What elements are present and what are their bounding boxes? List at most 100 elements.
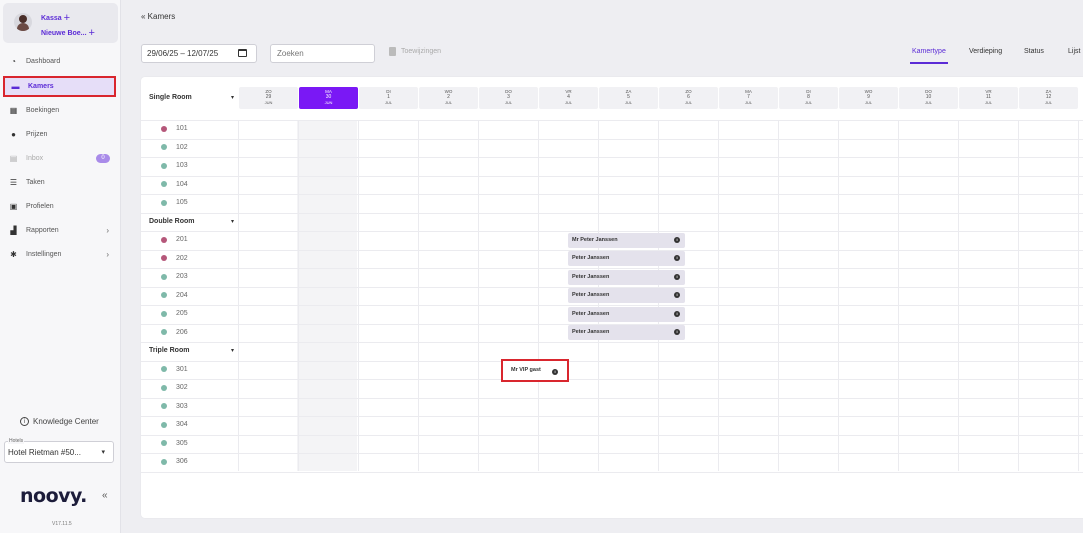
info-icon[interactable]: i bbox=[674, 236, 680, 243]
avatar bbox=[14, 13, 32, 31]
category-label[interactable]: Single Room bbox=[149, 94, 192, 101]
date-column-header[interactable]: DI 1 JUL bbox=[359, 87, 418, 109]
chevron-down-icon[interactable]: ▾ bbox=[231, 218, 234, 225]
date-column-header[interactable]: ZA 12 JUL bbox=[1019, 87, 1078, 109]
room-label[interactable]: 205 bbox=[161, 310, 188, 317]
room-label[interactable]: 202 bbox=[161, 255, 188, 262]
room-label[interactable]: 304 bbox=[161, 421, 188, 428]
tab-lijst[interactable]: Lijst bbox=[1068, 48, 1080, 55]
sidebar-item-instellingen[interactable]: ✱ Instellingen › bbox=[0, 245, 118, 263]
dashboard-icon: ◔ bbox=[11, 56, 16, 66]
info-icon[interactable]: i bbox=[674, 292, 680, 298]
sidebar-item-profielen[interactable]: ▣ Profielen bbox=[0, 197, 118, 215]
room-label[interactable]: 105 bbox=[161, 199, 188, 206]
date-column-header[interactable]: ZO 6 JUL bbox=[659, 87, 718, 109]
tab-status[interactable]: Status bbox=[1024, 48, 1044, 55]
booking-bar[interactable]: Mr VIP gast i bbox=[501, 358, 569, 382]
room-label[interactable]: 301 bbox=[161, 366, 188, 373]
sidebar-item-kamers[interactable]: ▬ Kamers bbox=[3, 76, 116, 97]
room-label[interactable]: 206 bbox=[161, 329, 188, 336]
room-row: 302 bbox=[141, 379, 1083, 397]
booking-bar[interactable]: Peter Janssen i bbox=[568, 269, 685, 285]
room-row: 305 bbox=[141, 435, 1083, 453]
user-line-1[interactable]: Kassa + bbox=[41, 12, 70, 24]
booking-bar[interactable]: Peter Janssen i bbox=[568, 325, 685, 340]
room-label[interactable]: 104 bbox=[161, 181, 188, 188]
date-column-header[interactable]: MA 7 JUL bbox=[719, 87, 778, 109]
user-card[interactable]: Kassa + Nieuwe Boe... + bbox=[3, 3, 118, 43]
calendar-icon: ▦ bbox=[9, 105, 18, 115]
room-label[interactable]: 303 bbox=[161, 403, 188, 410]
date-column-header[interactable]: WO 2 JUL bbox=[419, 87, 478, 109]
room-status-dot bbox=[161, 125, 167, 132]
date-dm: JUL bbox=[384, 100, 393, 105]
breadcrumb[interactable]: « Kamers bbox=[141, 12, 175, 21]
calendar-icon[interactable] bbox=[238, 49, 247, 57]
plus-icon[interactable]: + bbox=[89, 27, 95, 39]
room-label[interactable]: 306 bbox=[161, 458, 188, 465]
room-number: 202 bbox=[176, 254, 188, 262]
sidebar-item-boekingen[interactable]: ▦ Boekingen bbox=[0, 101, 118, 119]
tab-kamertype[interactable]: Kamertype bbox=[910, 48, 948, 64]
room-label[interactable]: 302 bbox=[161, 384, 188, 391]
sidebar-item-inbox[interactable]: ▤ Inbox 0 bbox=[0, 149, 118, 167]
plus-icon[interactable]: + bbox=[64, 12, 70, 24]
date-column-header[interactable]: DO 3 JUL bbox=[479, 87, 538, 109]
room-status-dot bbox=[161, 162, 167, 169]
search-input[interactable] bbox=[270, 44, 375, 63]
date-range-picker[interactable]: 29/06/25 – 12/07/25 bbox=[141, 44, 257, 63]
booking-bar[interactable]: Peter Janssen i bbox=[568, 306, 685, 322]
info-icon[interactable]: i bbox=[552, 368, 558, 375]
chevron-down-icon[interactable]: ▾ bbox=[231, 347, 234, 354]
knowledge-center-link[interactable]: i Knowledge Center bbox=[20, 417, 99, 426]
date-dm: JUL bbox=[1044, 100, 1053, 105]
date-column-header[interactable]: ZO 29 JUN bbox=[239, 87, 298, 109]
date-column-header[interactable]: DO 10 JUL bbox=[899, 87, 958, 109]
booking-bar[interactable]: Mr Peter Janssen i bbox=[568, 232, 685, 248]
tab-verdieping[interactable]: Verdieping bbox=[969, 48, 1002, 55]
user-name: Kassa bbox=[41, 15, 62, 22]
date-column-header[interactable]: WO 9 JUL bbox=[839, 87, 898, 109]
date-dm: JUL bbox=[864, 100, 873, 105]
date-column-header[interactable]: VR 4 JUL bbox=[539, 87, 598, 109]
room-label[interactable]: 305 bbox=[161, 440, 188, 447]
room-number: 102 bbox=[176, 143, 188, 151]
room-number: 203 bbox=[176, 273, 188, 280]
room-status-dot bbox=[161, 292, 167, 298]
room-label[interactable]: 101 bbox=[161, 125, 188, 132]
room-label[interactable]: 103 bbox=[161, 162, 188, 169]
sidebar-item-dashboard[interactable]: ◔ Dashboard bbox=[0, 52, 118, 70]
date-column-header[interactable]: DI 8 JUL bbox=[779, 87, 838, 109]
category-label[interactable]: Triple Room bbox=[149, 347, 189, 354]
sidebar-item-rapporten[interactable]: ▟ Rapporten › bbox=[0, 221, 118, 239]
user-line-2[interactable]: Nieuwe Boe... + bbox=[41, 27, 95, 39]
room-label[interactable]: 204 bbox=[161, 292, 188, 299]
room-label[interactable]: 102 bbox=[161, 144, 188, 151]
sidebar-item-prijzen[interactable]: ● Prijzen bbox=[0, 125, 118, 143]
toewijzingen-button[interactable]: Toewijzingen bbox=[389, 47, 441, 56]
room-status-dot bbox=[161, 440, 167, 446]
date-dm: JUL bbox=[504, 100, 513, 105]
date-column-header[interactable]: VR 11 JUL bbox=[959, 87, 1018, 109]
category-label[interactable]: Double Room bbox=[149, 218, 195, 225]
date-dm: JUN bbox=[324, 100, 333, 105]
room-number: 306 bbox=[176, 458, 188, 465]
info-icon[interactable]: i bbox=[674, 255, 680, 261]
date-column-header[interactable]: ZA 5 JUL bbox=[599, 87, 658, 109]
info-icon[interactable]: i bbox=[674, 329, 680, 335]
booking-guest-name: Peter Janssen bbox=[572, 292, 610, 298]
collapse-sidebar-icon[interactable]: « bbox=[102, 490, 108, 501]
sidebar-item-taken[interactable]: ☰ Taken bbox=[0, 173, 118, 191]
booking-guest-name: Peter Janssen bbox=[572, 329, 610, 335]
booking-bar[interactable]: Peter Janssen i bbox=[568, 288, 685, 303]
room-row: 306 bbox=[141, 453, 1083, 471]
date-column-header[interactable]: MA 30 JUN bbox=[299, 87, 358, 109]
room-label[interactable]: 203 bbox=[161, 273, 188, 280]
chevron-down-icon[interactable]: ▾ bbox=[231, 94, 234, 101]
hotel-select[interactable]: Hotels Hotel Rietman #50... ▾ bbox=[4, 438, 114, 463]
info-icon[interactable]: i bbox=[674, 310, 680, 317]
info-icon[interactable]: i bbox=[674, 273, 680, 280]
new-booking-label: Nieuwe Boe... bbox=[41, 30, 87, 37]
room-label[interactable]: 201 bbox=[161, 236, 188, 243]
booking-bar[interactable]: Peter Janssen i bbox=[568, 251, 685, 266]
